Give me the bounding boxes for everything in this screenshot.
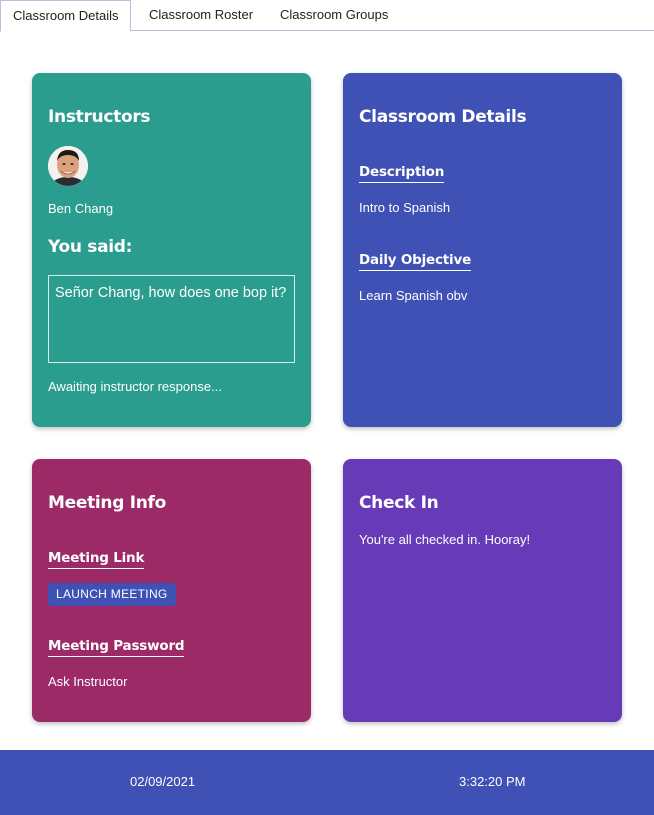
message-textarea[interactable]: Señor Chang, how does one bop it? xyxy=(48,275,295,363)
tab-classroom-details[interactable]: Classroom Details xyxy=(0,0,132,32)
meeting-link-label: Meeting Link xyxy=(48,550,144,569)
instructor-avatar xyxy=(48,146,88,186)
daily-objective-label: Daily Objective xyxy=(359,252,471,271)
awaiting-status: Awaiting instructor response... xyxy=(48,379,222,394)
instructors-title: Instructors xyxy=(48,107,151,127)
description-label: Description xyxy=(359,164,444,183)
meeting-password-label: Meeting Password xyxy=(48,638,185,657)
you-said-label: You said: xyxy=(48,237,133,257)
launch-meeting-button[interactable]: LAUNCH MEETING xyxy=(48,583,176,606)
meeting-info-title: Meeting Info xyxy=(48,493,167,513)
check-in-message: You're all checked in. Hooray! xyxy=(359,532,531,547)
footer-bar: 02/09/2021 3:32:20 PM xyxy=(0,750,654,815)
classroom-details-card: Classroom Details Description Intro to S… xyxy=(343,73,622,427)
meeting-info-card: Meeting Info Meeting Link LAUNCH MEETING… xyxy=(32,459,311,722)
check-in-card: Check In You're all checked in. Hooray! xyxy=(343,459,622,722)
footer-date: 02/09/2021 xyxy=(130,774,196,789)
instructor-name: Ben Chang xyxy=(48,201,114,216)
footer-time: 3:32:20 PM xyxy=(459,774,526,789)
tab-classroom-roster[interactable]: Classroom Roster xyxy=(149,0,253,31)
classroom-details-title: Classroom Details xyxy=(359,107,527,127)
check-in-title: Check In xyxy=(359,493,439,513)
tab-classroom-groups[interactable]: Classroom Groups xyxy=(280,0,388,31)
tab-bar: Classroom Details Classroom Roster Class… xyxy=(0,0,654,32)
meeting-password-value: Ask Instructor xyxy=(48,674,128,689)
instructors-card: Instructors Ben Chang You said: Señor Ch… xyxy=(32,73,311,427)
daily-objective-value: Learn Spanish obv xyxy=(359,288,468,303)
description-value: Intro to Spanish xyxy=(359,200,451,215)
